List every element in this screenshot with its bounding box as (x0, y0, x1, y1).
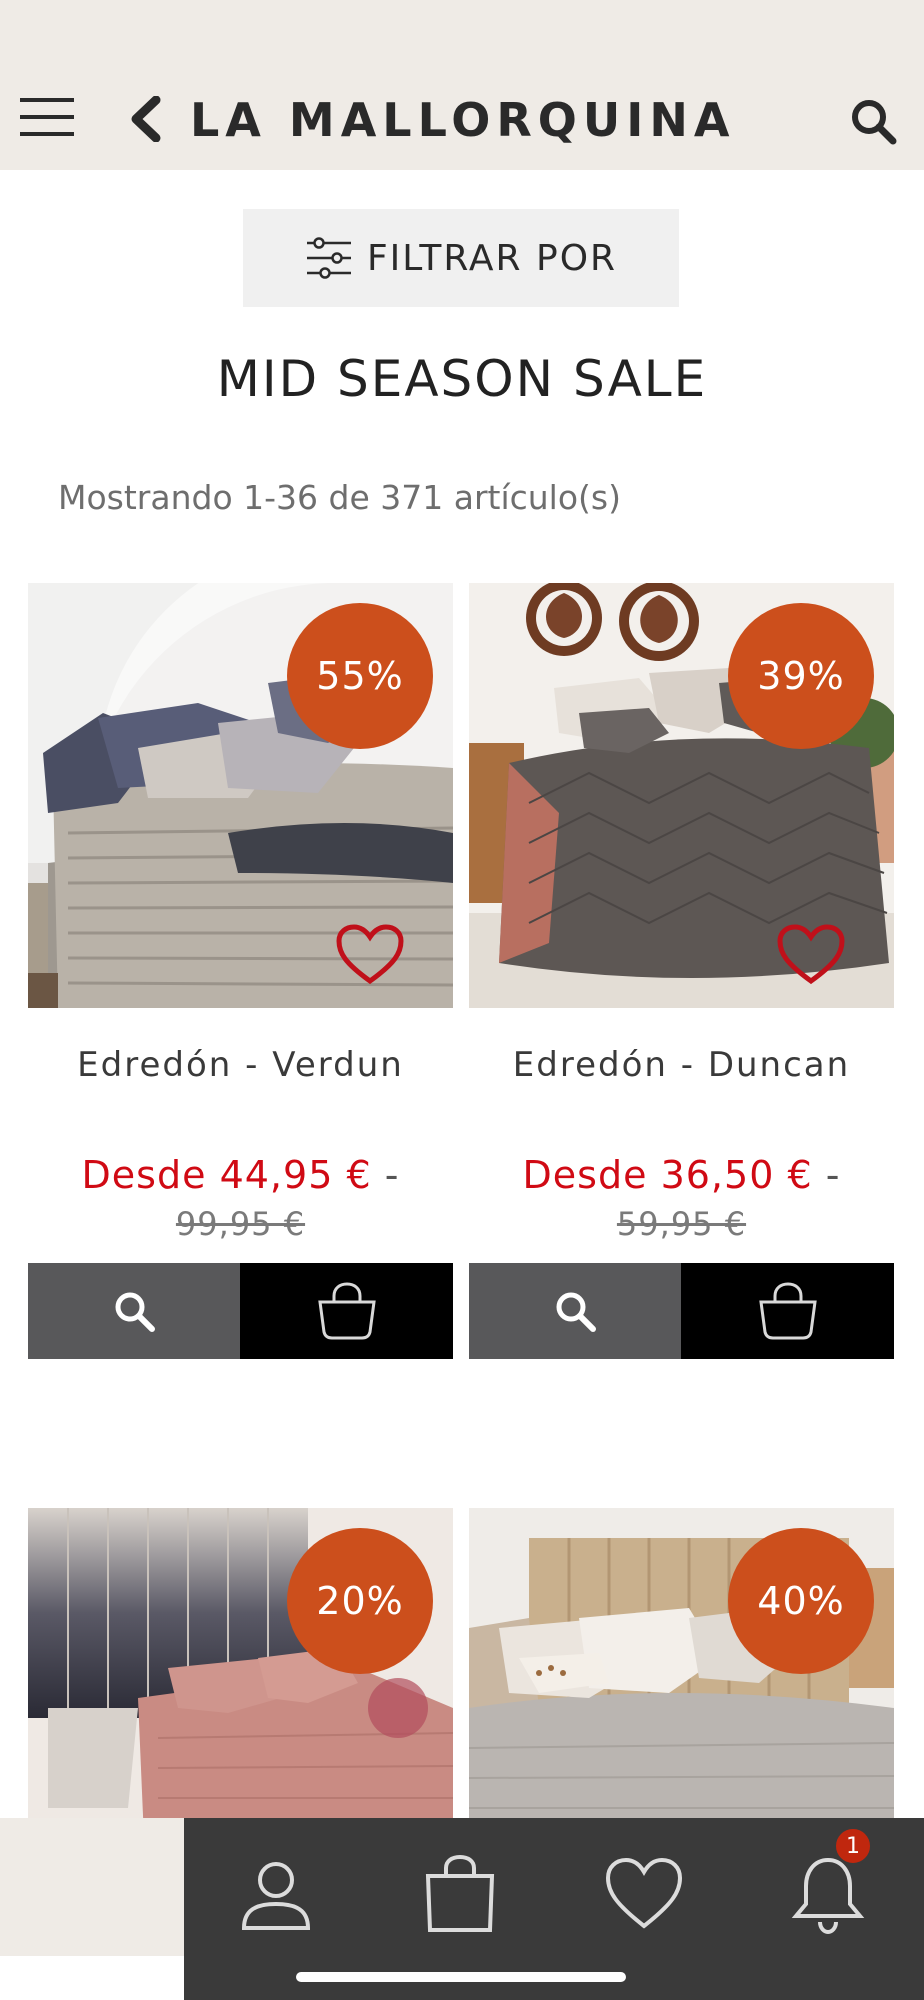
original-price: 59,95 € (616, 1205, 747, 1243)
sale-price: 44,95 € (219, 1153, 372, 1197)
product-card[interactable]: 40% (469, 1508, 894, 1818)
product-card[interactable]: 39% Edredón - Duncan Desde 36,50 € - 59,… (469, 583, 894, 1363)
bell-icon[interactable] (788, 1854, 868, 1934)
product-name[interactable]: Edredón - Verdun (28, 1045, 453, 1085)
discount-badge: 40% (728, 1528, 874, 1674)
price-prefix: Desde (81, 1153, 207, 1197)
product-image[interactable]: 20% (28, 1508, 453, 1818)
product-actions (469, 1263, 894, 1359)
product-image[interactable]: 55% (28, 583, 453, 1008)
product-image[interactable]: 39% (469, 583, 894, 1008)
heart-icon[interactable] (776, 923, 846, 987)
product-image[interactable]: 40% (469, 1508, 894, 1818)
add-to-cart-button[interactable] (240, 1263, 453, 1359)
sale-price: 36,50 € (660, 1153, 813, 1197)
home-indicator (296, 1972, 626, 1982)
results-count: Mostrando 1-36 de 371 artículo(s) (58, 478, 621, 517)
product-card[interactable]: 55% Edredón - Verdun Desde 44,95 € - 99,… (28, 583, 453, 1363)
quick-view-button[interactable] (469, 1263, 681, 1359)
price-line: Desde 44,95 € - (28, 1153, 453, 1197)
heart-icon[interactable] (604, 1854, 684, 1934)
bag-icon[interactable] (420, 1854, 500, 1934)
shopping-bag-icon (758, 1282, 817, 1340)
price-prefix: Desde (522, 1153, 648, 1197)
add-to-cart-button[interactable] (681, 1263, 894, 1359)
notification-badge: 1 (834, 1827, 872, 1865)
discount-badge: 55% (287, 603, 433, 749)
search-icon[interactable] (848, 96, 898, 146)
shopping-bag-icon (317, 1282, 376, 1340)
heart-icon[interactable] (335, 923, 405, 987)
product-name[interactable]: Edredón - Duncan (469, 1045, 894, 1085)
discount-badge: 39% (728, 603, 874, 749)
filter-button[interactable]: FILTRAR POR (243, 209, 679, 307)
search-icon (556, 1292, 596, 1332)
filter-label: FILTRAR POR (366, 237, 618, 279)
search-icon (115, 1292, 155, 1332)
menu-icon[interactable] (18, 96, 76, 138)
price-separator: - (384, 1153, 400, 1197)
original-price: 99,95 € (175, 1205, 306, 1243)
product-actions (28, 1263, 453, 1359)
price-line: Desde 36,50 € - (469, 1153, 894, 1197)
sliders-icon (306, 237, 351, 279)
user-icon[interactable] (236, 1854, 316, 1934)
brand-logo[interactable]: LA MALLORQUINA (190, 94, 735, 146)
quick-view-button[interactable] (28, 1263, 240, 1359)
price-separator: - (825, 1153, 841, 1197)
app-header: LA MALLORQUINA (0, 0, 924, 170)
page-title: MID SEASON SALE (216, 350, 708, 408)
back-chevron-icon[interactable] (128, 96, 164, 142)
product-card[interactable]: 20% (28, 1508, 453, 1818)
discount-badge: 20% (287, 1528, 433, 1674)
tabbar-spacer (0, 1818, 184, 1956)
